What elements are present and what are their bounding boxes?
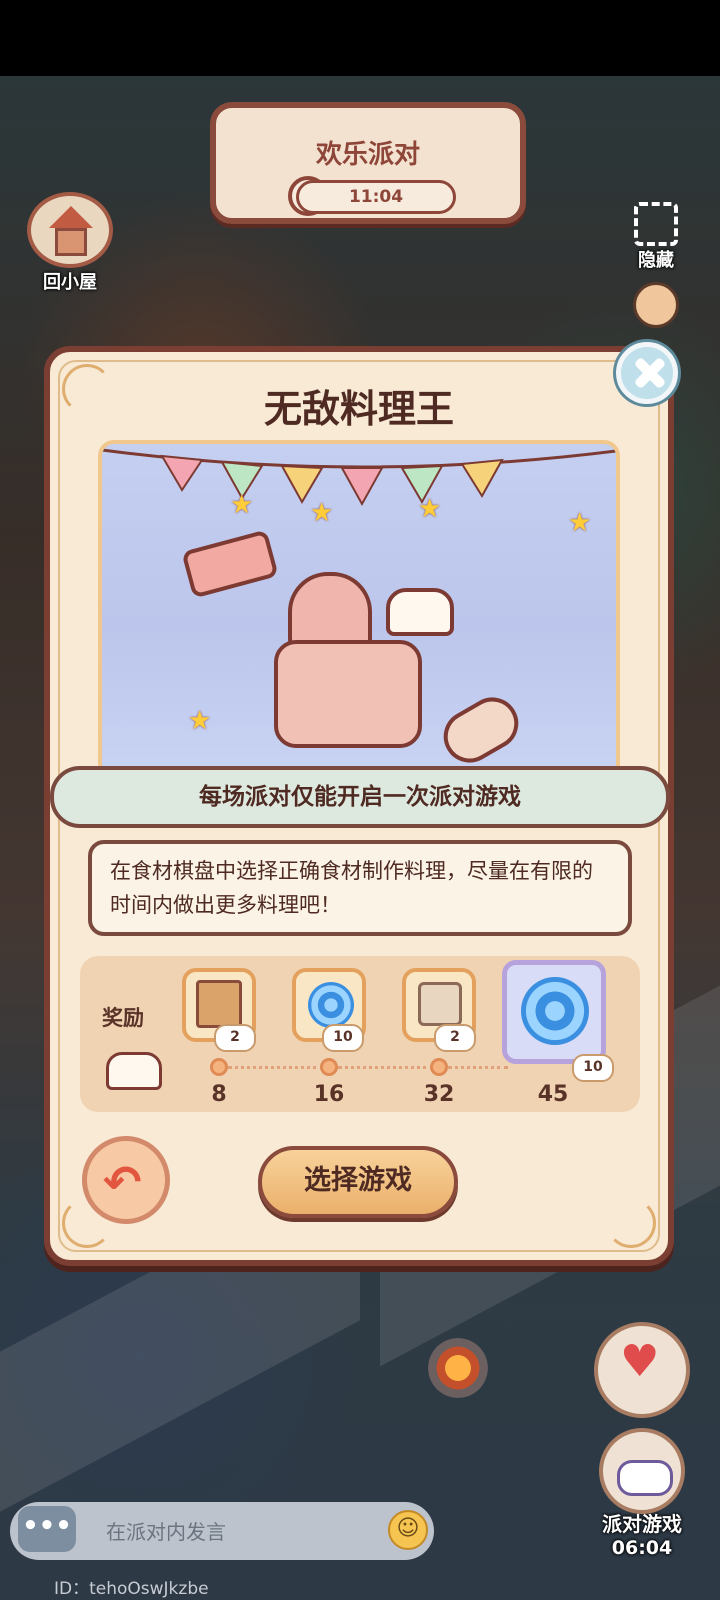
status-bar [0,0,720,76]
reward-count: 2 [214,1024,256,1052]
scroll-icon [418,982,462,1026]
star-icon: ★ [568,508,592,538]
bunting-decoration [102,448,616,507]
emoji-icon[interactable]: ☺ [388,1510,428,1550]
party-game-timer: 06:04 [611,1537,673,1559]
progress-track [228,1066,324,1069]
chef-hat-icon [386,588,454,636]
milestone-dot [320,1058,338,1076]
milestone-score: 32 [423,1082,455,1107]
star-icon: ★ [310,498,334,528]
chef-hat-icon [106,1052,162,1090]
book-icon [196,980,242,1028]
bacon-icon [181,529,279,599]
party-title: 欢乐派对 [315,140,420,170]
reward-count: 10 [572,1054,614,1082]
home-button[interactable]: 回小屋 [22,192,118,294]
chat-bar[interactable]: ••• 在派对内发言 ☺ [10,1502,434,1560]
progress-track [448,1066,508,1069]
chat-bubble-icon[interactable]: ••• [18,1506,76,1552]
pork-belly-icon [274,640,422,748]
star-icon: ★ [230,490,254,520]
swirl-icon [308,982,354,1028]
party-notice: 每场派对仅能开启一次派对游戏 [50,766,670,828]
reward-count: 10 [322,1024,364,1052]
hide-button-label: 隐藏 [638,250,674,271]
gamepad-icon [599,1428,685,1514]
milestone-score: 16 [313,1082,345,1107]
dialog-title: 无敌料理王 [263,387,454,431]
star-icon: ★ [188,706,212,736]
game-artwork: ★ ★ ★ ★ ★ [98,440,620,780]
party-timer: 11:04 [296,180,456,214]
chicken-leg-icon [434,687,528,773]
chat-input-placeholder[interactable]: 在派对内发言 [106,1516,226,1545]
corner-ornament [606,1198,656,1248]
undo-arrow-icon: ↶ [103,1155,142,1209]
avatar [633,282,679,328]
party-game-button[interactable]: 派对游戏 06:04 [592,1428,692,1559]
rewards-label: 奖励 [102,1006,144,1030]
house-icon [27,192,113,268]
progress-track [338,1066,434,1069]
party-banner: 欢乐派对 11:04 [210,102,526,224]
user-id: ID：tehoOswJkzbe [54,1579,209,1599]
milestone-score: 8 [211,1082,227,1107]
hide-ui-icon [634,202,678,246]
select-game-button[interactable]: 选择游戏 [258,1146,458,1218]
hide-button[interactable]: 隐藏 [612,202,700,272]
reward-count: 2 [434,1024,476,1052]
profile-button[interactable] [612,282,700,328]
reward-item-final[interactable] [502,960,606,1064]
star-icon: ★ [418,494,442,524]
milestone-score: 45 [537,1082,569,1107]
campfire-icon [428,1338,488,1398]
milestone-dot [210,1058,228,1076]
back-button[interactable]: ↶ [82,1136,170,1224]
home-button-label: 回小屋 [43,272,97,293]
game-description: 在食材棋盘中选择正确食材制作料理，尽量在有限的时间内做出更多料理吧！ [88,840,632,936]
swirl-icon [521,977,589,1045]
like-button[interactable] [594,1322,690,1418]
milestone-dot [430,1058,448,1076]
close-button[interactable] [616,342,678,404]
